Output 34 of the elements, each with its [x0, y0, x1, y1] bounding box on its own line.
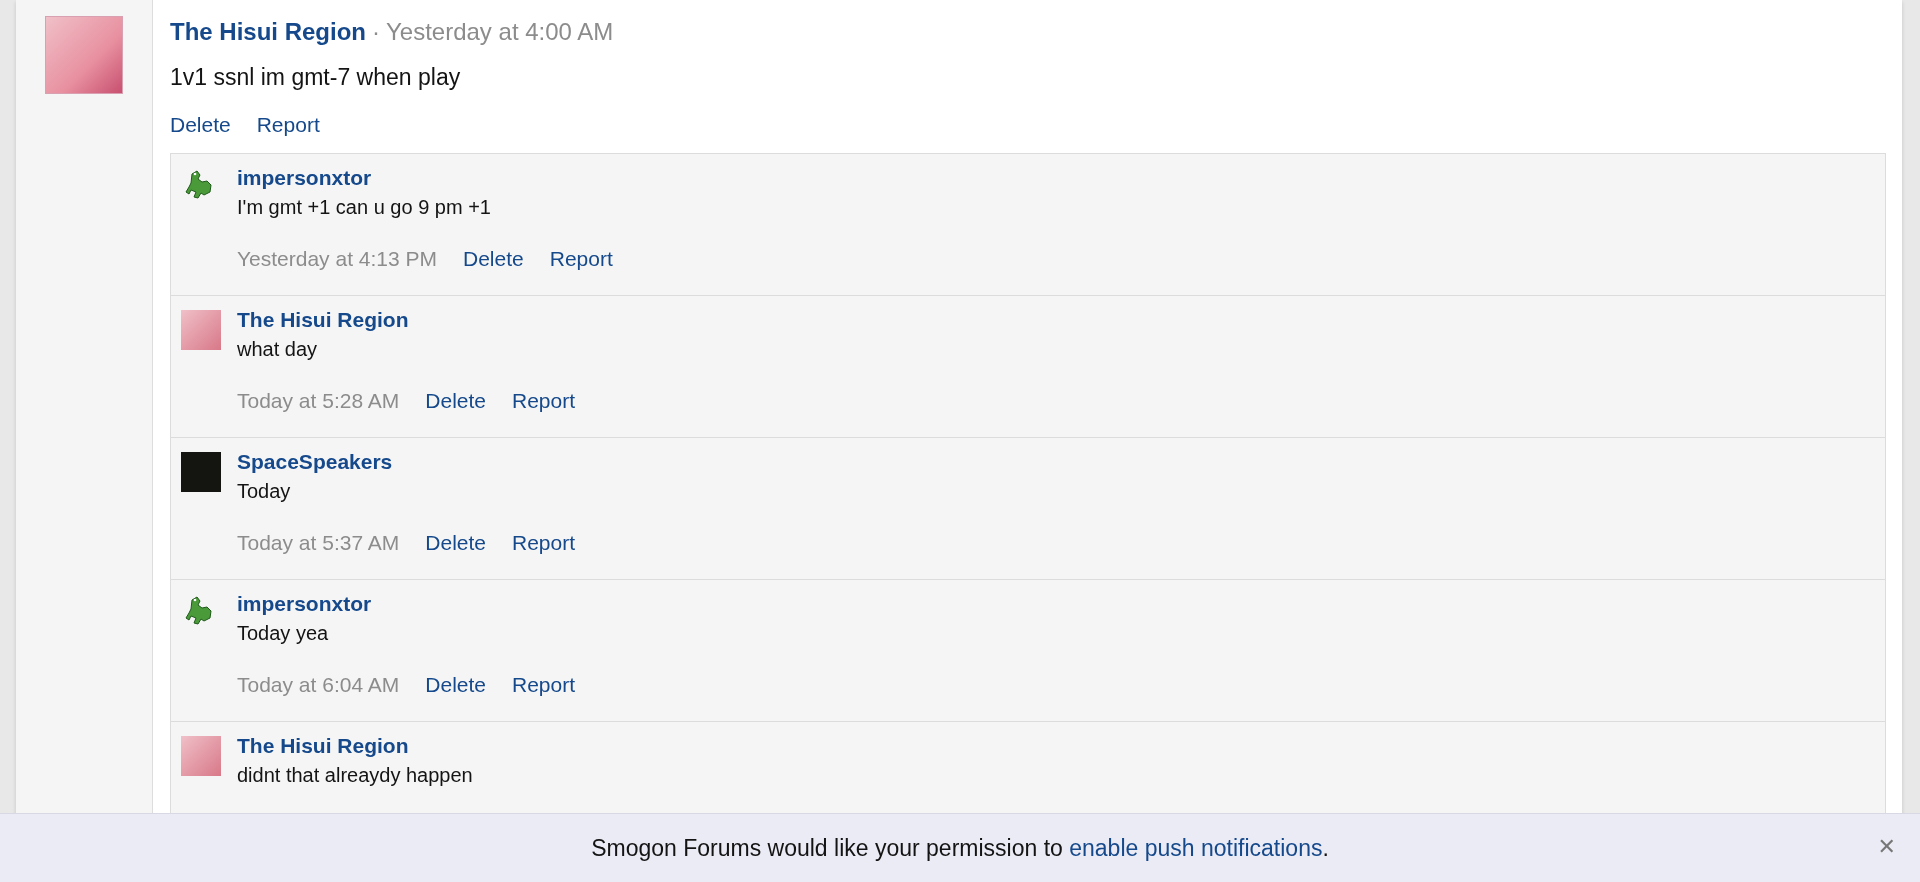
author-link[interactable]: The Hisui Region [170, 18, 366, 46]
comment-message: what day [237, 338, 319, 361]
action-link[interactable]: Report [256, 113, 320, 137]
author-link[interactable]: The Hisui Region [237, 734, 473, 758]
comment-message: Today [237, 480, 292, 503]
photo-placeholder [181, 452, 221, 492]
comment-message: didnt that alreaydy happen [237, 764, 473, 787]
comment-time: Yesterday at 4:13 PM [237, 247, 437, 271]
notification-link[interactable]: enable push notifications [1069, 834, 1323, 861]
notice-text: Smogon Forums would like your permission to enable push notifications. [591, 834, 1329, 862]
post-time: Yesterday at 4:00 AM [386, 18, 614, 46]
action-link[interactable]: Delete [425, 531, 486, 555]
separator: · [372, 18, 380, 46]
author-link[interactable]: SpaceSpeakers [237, 450, 575, 474]
comment-message: I'm gmt +1 can u go 9 pm +1 [237, 196, 492, 219]
author-link[interactable]: impersonxtor [237, 166, 613, 190]
comment-time: Today at 5:37 AM [237, 531, 400, 555]
action-link[interactable]: Report [512, 673, 575, 697]
author-link[interactable]: impersonxtor [237, 592, 575, 616]
action-link[interactable]: Delete [425, 389, 486, 413]
comment-message: Today yea [237, 622, 330, 645]
comment-time: Today at 5:28 AM [237, 389, 400, 413]
action-link[interactable]: Report [512, 389, 575, 413]
photo-placeholder [181, 736, 221, 776]
close-button[interactable]: ✕ [1873, 832, 1900, 861]
comment-time: Today at 6:04 AM [237, 673, 400, 697]
action-link[interactable]: Delete [463, 247, 524, 271]
action-link[interactable]: Delete [425, 673, 486, 697]
action-link[interactable]: Report [549, 247, 613, 271]
author-link[interactable]: The Hisui Region [237, 308, 575, 332]
photo-placeholder [181, 310, 221, 350]
post-message: 1v1 ssnl im gmt-7 when play [170, 64, 462, 91]
action-link[interactable]: Delete [170, 113, 231, 137]
action-link[interactable]: Report [512, 531, 575, 555]
